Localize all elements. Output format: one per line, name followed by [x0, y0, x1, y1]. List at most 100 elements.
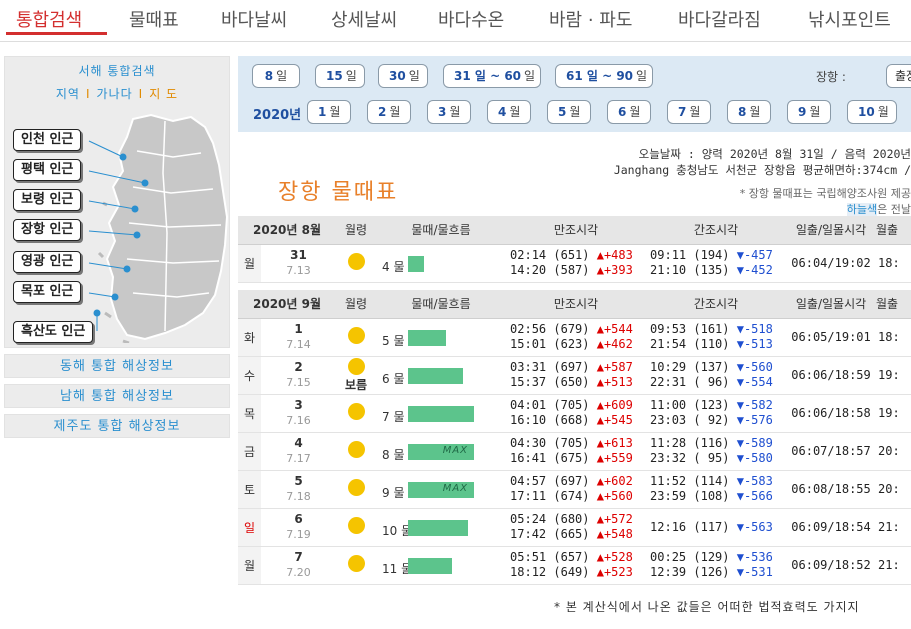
month-8-button[interactable]: 8월: [727, 100, 771, 124]
port-select[interactable]: 출장: [886, 64, 911, 88]
high-tide-time: 14:20 (587): [510, 263, 590, 277]
high-tide-time: 17:42 (665): [510, 527, 590, 541]
solar-day: 4: [294, 436, 303, 450]
low-tide-1: 11:52 (114) ▼-583: [650, 474, 786, 489]
tab-fishing-point[interactable]: 낚시포인트: [808, 6, 891, 32]
sep-header-row: 2020년 9월 월령 물때/물흐름 만조시각 간조시각 일출/일몰시각 월출: [238, 290, 911, 319]
low-tide-cell: 10:29 (137) ▼-560 22:31 ( 96) ▼-554: [646, 356, 787, 395]
tab-integrated-search[interactable]: 통합검색: [16, 6, 82, 32]
month-9-button[interactable]: 9월: [787, 100, 831, 124]
tab-sea-weather[interactable]: 바다날씨: [221, 6, 287, 32]
color-note-highlight: 하늘색: [846, 203, 878, 216]
region-pyeongtaek-button[interactable]: 평택 인근: [13, 159, 82, 181]
low-tide-time: 11:52 (114): [650, 474, 730, 488]
low-tide-cell: 12:16 (117) ▼-563: [646, 508, 787, 547]
moon-cell: [336, 244, 377, 283]
moonrise: 19:: [876, 356, 911, 395]
range-8-days-button[interactable]: 8일: [252, 64, 300, 88]
range-61-90-days-button[interactable]: 61 일 ~ 90 일: [555, 64, 653, 88]
low-tide-diff: ▼-582: [736, 398, 773, 412]
tab-sea-parting[interactable]: 바다갈라짐: [678, 6, 761, 32]
high-tide-time: 05:24 (680): [510, 512, 590, 526]
aug-table-body: 월 31 7.13 4 물 02:14 (651) ▲+483 14:20 (587) ▲…: [238, 244, 911, 283]
high-tide-cell: 02:56 (679) ▲+544 15:01 (623) ▲+462: [506, 318, 647, 357]
lunar-date: 7.20: [286, 566, 311, 579]
low-tide-diff: ▼-452: [736, 263, 773, 277]
solar-day: 3: [294, 398, 303, 412]
low-tide-time: 09:53 (161): [650, 322, 730, 336]
low-tide-time: 11:00 (123): [650, 398, 730, 412]
region-janghang-button[interactable]: 장항 인근: [13, 219, 82, 241]
month-5-button[interactable]: 5월: [547, 100, 591, 124]
aug-header-row: 2020년 8월 월령 물때/물흐름 만조시각 간조시각 일출/일몰시각 월출: [238, 216, 911, 245]
low-tide-time: 12:39 (126): [650, 565, 730, 579]
east-sea-info-link[interactable]: 동해 통합 해상정보: [4, 354, 230, 378]
region-heuksando-button[interactable]: 흑산도 인근: [13, 321, 94, 343]
tab-detailed-weather[interactable]: 상세날씨: [331, 6, 397, 32]
high-tide-diff: ▲+548: [596, 527, 633, 541]
region-incheon-button[interactable]: 인천 인근: [13, 129, 82, 151]
color-note-text: 은 전날: [877, 203, 911, 216]
solar-day: 7: [294, 550, 303, 564]
date-cell: 31 7.13: [261, 244, 337, 283]
solar-day: 6: [294, 512, 303, 526]
tab-tide-table[interactable]: 물때표: [129, 6, 179, 32]
range-unit: 일: [276, 69, 288, 83]
lunar-date: 7.18: [286, 490, 311, 503]
region-mokpo-button[interactable]: 목포 인근: [13, 281, 82, 303]
month-7-button[interactable]: 7월: [667, 100, 711, 124]
max-badge: MAX: [442, 482, 469, 494]
low-tide-2: 23:59 (108) ▼-566: [650, 489, 786, 504]
col-sunrise-sunset: 일출/일몰시각: [786, 216, 877, 245]
month-unit: 월: [449, 105, 461, 119]
lunar-date: 7.15: [286, 376, 311, 389]
aug-tide-table: 2020년 8월 월령 물때/물흐름 만조시각 간조시각 일출/일몰시각 월출 …: [238, 216, 911, 283]
flow-strength-bar: [408, 367, 464, 384]
high-tide-time: 16:41 (675): [510, 451, 590, 465]
flow-cell: 6 물: [376, 356, 507, 395]
active-tab-underline: [6, 32, 107, 35]
month-4-button[interactable]: 4월: [487, 100, 531, 124]
range-unit: 일: [524, 69, 536, 83]
high-tide-time: 04:57 (697): [510, 474, 590, 488]
flow-strength-bar: MAX: [408, 481, 475, 498]
month-10-button[interactable]: 10 월: [847, 100, 897, 124]
moon-phase-icon: [347, 403, 365, 420]
range-15-days-button[interactable]: 15 일: [315, 64, 365, 88]
month-1-button[interactable]: 1월: [307, 100, 351, 124]
month-2-button[interactable]: 2월: [367, 100, 411, 124]
month-number: 7: [678, 105, 687, 119]
month-unit: 월: [509, 105, 521, 119]
tab-sea-temperature[interactable]: 바다수온: [438, 6, 504, 32]
high-tide-time: 04:30 (705): [510, 436, 590, 450]
month-label: 2020년 9월: [238, 290, 337, 319]
station-location: Janghang 충청남도 서천군 장항읍 평균해면하:374cm /: [613, 163, 911, 177]
moon-cell: [336, 508, 377, 547]
month-number: 2: [378, 105, 387, 119]
high-tide-1: 02:14 (651) ▲+483: [510, 248, 646, 263]
low-tide-cell: 11:00 (123) ▼-582 23:03 ( 92) ▼-576: [646, 394, 787, 433]
low-tide-1: 11:00 (123) ▼-582: [650, 398, 786, 413]
sunrise-sunset: 06:04/19:02: [786, 244, 877, 283]
high-tide-diff: ▲+609: [596, 398, 633, 412]
region-boryeong-button[interactable]: 보령 인근: [13, 189, 82, 211]
range-31-60-days-button[interactable]: 31 일 ~ 60 일: [443, 64, 541, 88]
high-tide-1: 02:56 (679) ▲+544: [510, 322, 646, 337]
low-tide-time: 22:31 ( 96): [650, 375, 730, 389]
low-tide-diff: ▼-560: [736, 360, 773, 374]
jeju-sea-info-link[interactable]: 제주도 통합 해상정보: [4, 414, 230, 438]
month-6-button[interactable]: 6월: [607, 100, 651, 124]
low-tide-diff: ▼-583: [736, 474, 773, 488]
moon-cell: [336, 470, 377, 509]
month-unit: 월: [689, 105, 701, 119]
date-cell: 4 7.17: [261, 432, 337, 471]
month-3-button[interactable]: 3월: [427, 100, 471, 124]
tab-wind-wave[interactable]: 바람 · 파도: [549, 6, 632, 32]
south-sea-info-link[interactable]: 남해 통합 해상정보: [4, 384, 230, 408]
low-tide-time: 23:03 ( 92): [650, 413, 730, 427]
range-30-days-button[interactable]: 30 일: [378, 64, 428, 88]
month-number: 5: [558, 105, 567, 119]
region-yeonggwang-button[interactable]: 영광 인근: [13, 251, 82, 273]
high-tide-cell: 05:24 (680) ▲+572 17:42 (665) ▲+548: [506, 508, 647, 547]
moon-cell: 보름: [336, 356, 377, 395]
